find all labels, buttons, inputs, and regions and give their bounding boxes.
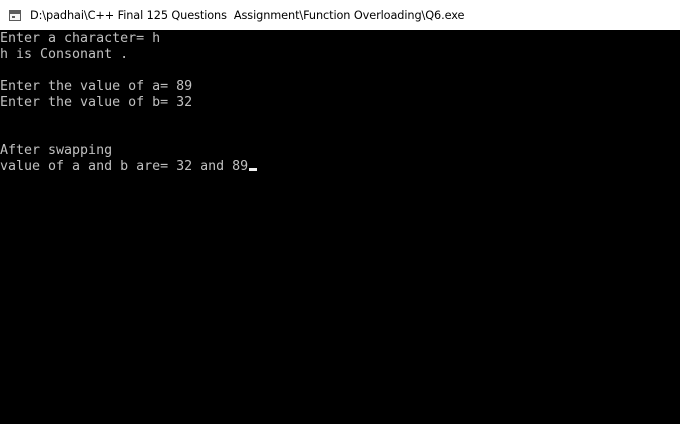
console-line: Enter the value of a= 89 bbox=[0, 79, 193, 94]
console-line-text: value of a and b are= 32 and 89 bbox=[0, 159, 249, 174]
window-title: D:\padhai\C++ Final 125 Questions Assign… bbox=[30, 8, 465, 22]
text-cursor bbox=[249, 168, 258, 171]
title-bar[interactable]: D:\padhai\C++ Final 125 Questions Assign… bbox=[0, 0, 680, 30]
console-window: D:\padhai\C++ Final 125 Questions Assign… bbox=[0, 0, 680, 424]
console-last-line: value of a and b are= 32 and 89 bbox=[0, 159, 680, 175]
console-app-icon[interactable] bbox=[9, 9, 21, 21]
console-output[interactable]: Enter a character= h h is Consonant . En… bbox=[0, 30, 680, 424]
console-line: Enter the value of b= 32 bbox=[0, 95, 193, 110]
console-line: After swapping bbox=[0, 143, 113, 158]
console-line: h is Consonant . bbox=[0, 47, 129, 62]
console-line: Enter a character= h bbox=[0, 31, 161, 46]
